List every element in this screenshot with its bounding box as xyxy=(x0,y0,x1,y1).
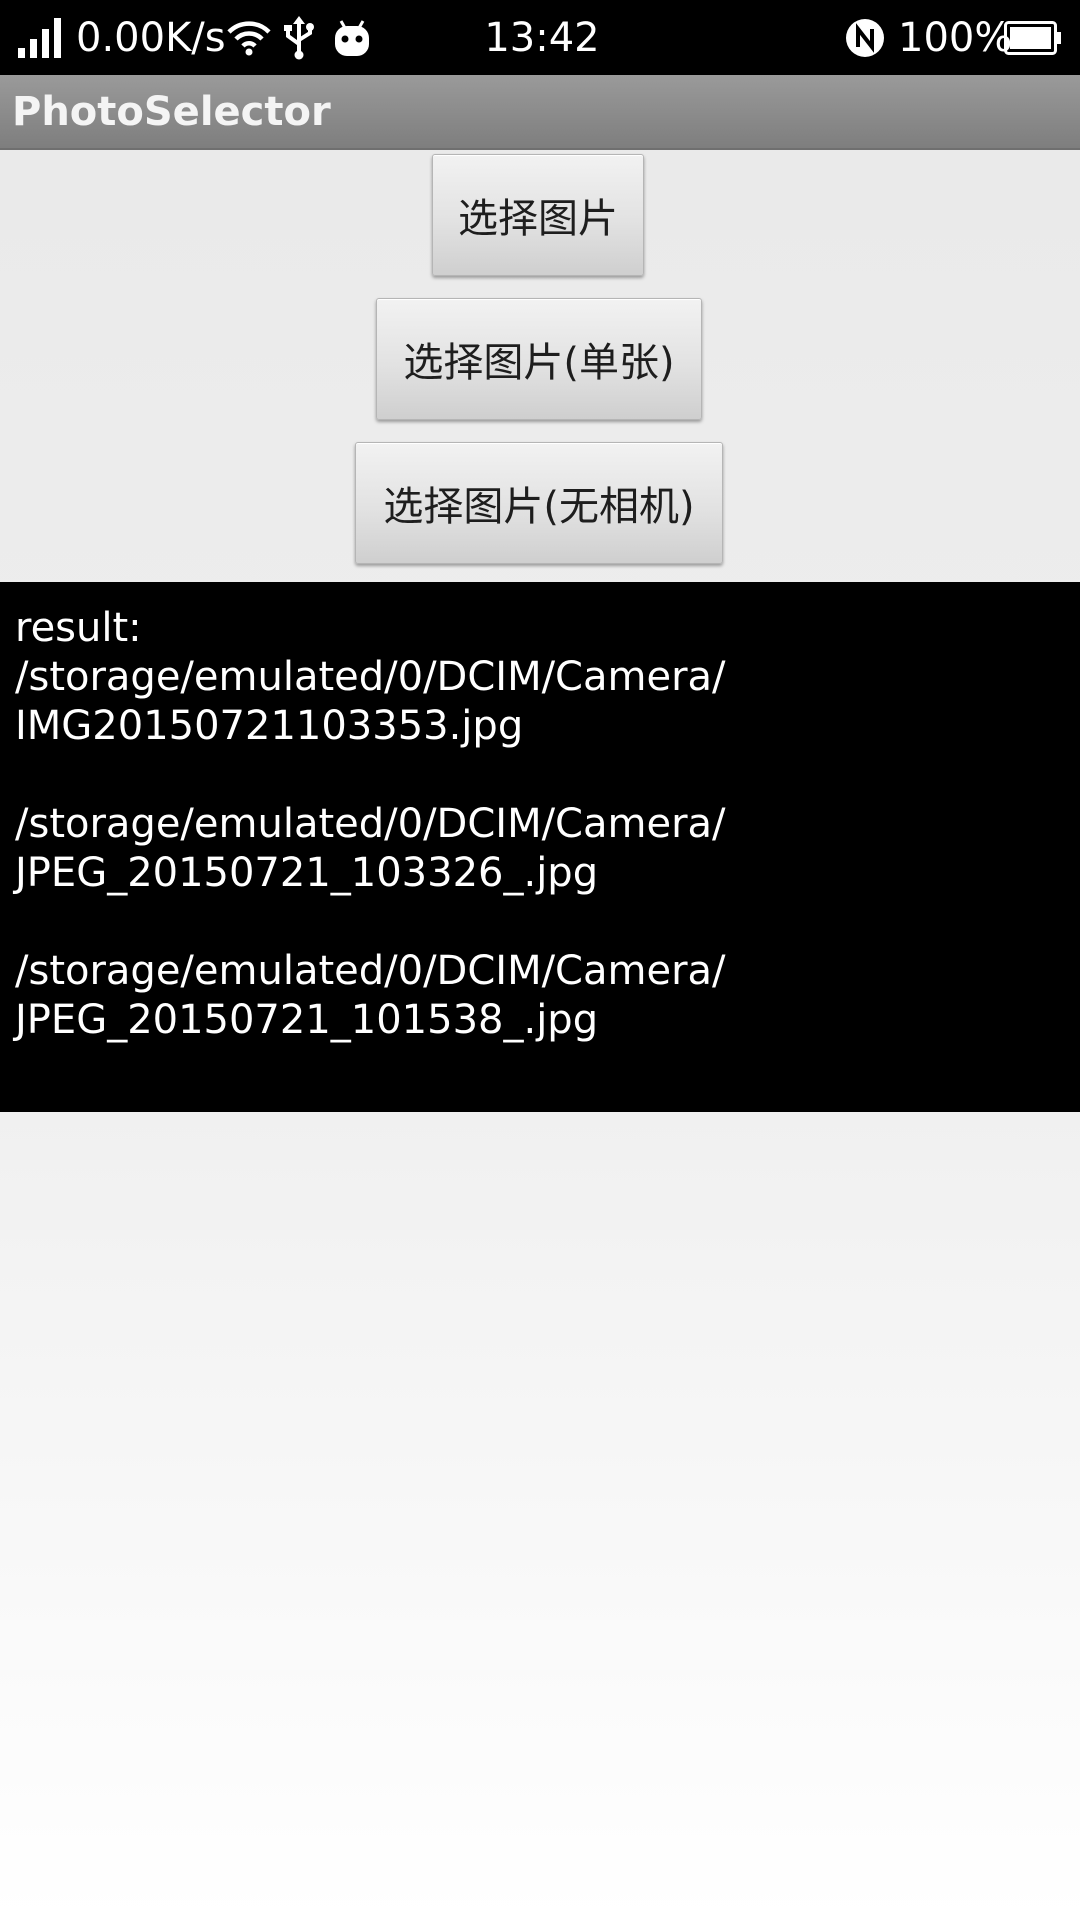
action-bar: PhotoSelector xyxy=(0,75,1080,150)
app-title: PhotoSelector xyxy=(12,89,331,135)
battery-icon xyxy=(1004,0,1062,75)
wifi-icon xyxy=(226,0,272,75)
network-speed: 0.00K/s xyxy=(76,14,226,61)
select-photo-single-button[interactable]: 选择图片(单张) xyxy=(376,298,702,420)
result-text: result: /storage/emulated/0/DCIM/Camera/… xyxy=(15,605,726,1043)
battery-percent: 100% xyxy=(898,14,1013,61)
usb-icon xyxy=(282,0,316,75)
signal-icon xyxy=(18,0,66,75)
result-panel: result: /storage/emulated/0/DCIM/Camera/… xyxy=(0,582,1080,1112)
select-photo-no-camera-button[interactable]: 选择图片(无相机) xyxy=(355,442,723,564)
select-photo-button[interactable]: 选择图片 xyxy=(432,154,644,276)
nfc-icon xyxy=(845,0,885,75)
status-bar: 0.00K/s 13:42 100% xyxy=(0,0,1080,75)
android-icon xyxy=(332,0,372,75)
clock: 13:42 xyxy=(484,14,600,61)
